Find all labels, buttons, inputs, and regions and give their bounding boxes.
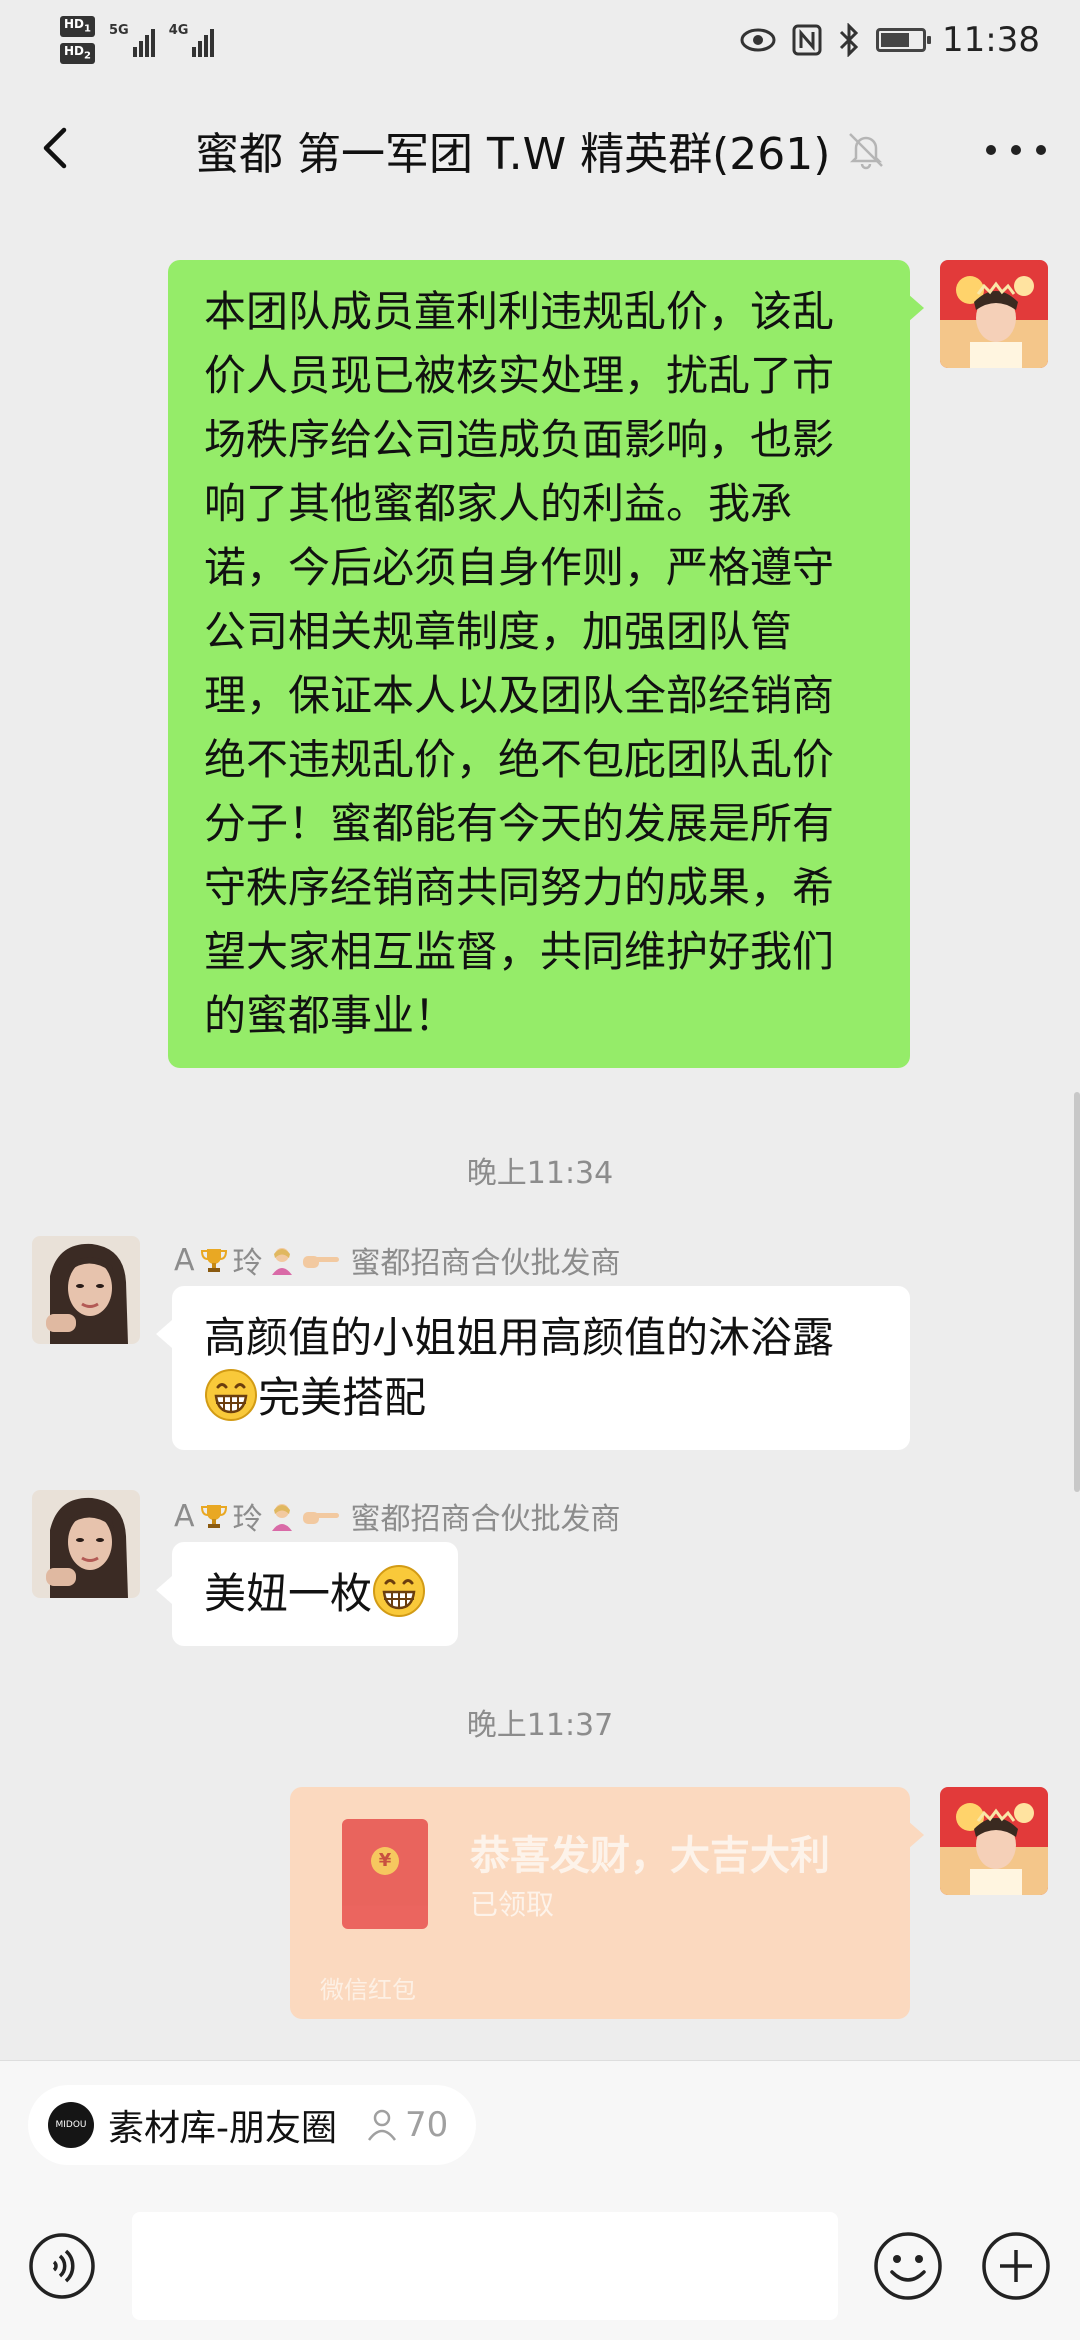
signal-5g-icon: 5G bbox=[109, 23, 155, 57]
message-line: 绝不违规乱价，绝不包庇团队乱价 bbox=[204, 735, 835, 784]
timestamp: 晚上11:37 bbox=[466, 1708, 614, 1743]
chat-title: 蜜都 第一军团 T.W 精英群(261) bbox=[195, 129, 831, 180]
message-line: 的蜜都事业！ bbox=[204, 991, 457, 1040]
self-avatar[interactable] bbox=[940, 1787, 1048, 1895]
back-button[interactable] bbox=[30, 118, 90, 178]
plus-icon bbox=[982, 2232, 1050, 2300]
message-bubble-self[interactable]: 本团队成员童利利违规乱价，该乱 价人员现已被核实处理，扰乱了市 场秩序给公司造成… bbox=[168, 260, 924, 1068]
message-bubble-other[interactable]: 高颜值的小姐姐用高颜值的沐浴露 完美搭配 bbox=[156, 1286, 910, 1450]
message-line: 诺，今后必须自身作则，严格遵守 bbox=[204, 543, 835, 592]
chip-count: 70 bbox=[363, 2105, 448, 2145]
red-packet-title: 恭喜发财，大吉大利 bbox=[470, 1833, 830, 1879]
chat-header: 蜜都 第一军团 T.W 精英群(261) bbox=[0, 100, 1080, 196]
message-line: 理，保证本人以及团队全部经销商 bbox=[204, 671, 835, 720]
sender-name-line: A 玲 蜜都招商合伙批发商 bbox=[174, 1494, 621, 1538]
sender-name-line: A 玲 蜜都招商合伙批发商 bbox=[174, 1238, 621, 1282]
message-line: 公司相关规章制度，加强团队管 bbox=[204, 607, 793, 656]
more-icon bbox=[986, 145, 996, 155]
coin-icon: ¥ bbox=[371, 1847, 399, 1875]
signal-4g-icon: 4G bbox=[169, 23, 215, 57]
hd-badge-2: HD2 bbox=[60, 43, 95, 65]
hd-badge-1: HD1 bbox=[60, 15, 95, 37]
message-line: 高颜值的小姐姐用高颜值的沐浴露 bbox=[204, 1313, 835, 1362]
bluetooth-icon bbox=[839, 23, 859, 57]
sender-name: 玲 bbox=[232, 1246, 263, 1281]
status-right: 11:38 bbox=[740, 20, 1040, 60]
sender-avatar[interactable] bbox=[32, 1490, 140, 1598]
more-button[interactable] bbox=[986, 130, 1046, 170]
sender-prefix: A bbox=[174, 1242, 195, 1278]
mini-program-chip[interactable]: MIDOU 素材库-朋友圈 70 bbox=[28, 2085, 477, 2165]
trophy-icon bbox=[200, 1505, 227, 1528]
woman-tipping-hand-icon bbox=[271, 1248, 292, 1275]
sender-title: 蜜都招商合伙批发商 bbox=[350, 1502, 621, 1537]
timestamp: 晚上11:34 bbox=[466, 1156, 614, 1191]
member-count: 70 bbox=[405, 2105, 449, 2145]
pointing-finger-icon bbox=[302, 1512, 339, 1524]
message-line: 价人员现已被核实处理，扰乱了市 bbox=[204, 351, 835, 400]
sender-prefix: A bbox=[174, 1498, 195, 1534]
emoji-icon bbox=[874, 2232, 942, 2300]
message-bubble-other[interactable]: 美妞一枚 bbox=[155, 1542, 459, 1646]
message-line: 响了其他蜜都家人的利益。我承 bbox=[204, 479, 793, 528]
battery-icon bbox=[876, 28, 932, 52]
status-time: 11:38 bbox=[942, 20, 1040, 60]
net1-label: 5G bbox=[108, 23, 129, 38]
voice-button[interactable] bbox=[28, 2232, 96, 2300]
person-icon bbox=[367, 2109, 397, 2141]
message-line: 望大家相互监督，共同维护好我们 bbox=[204, 927, 835, 976]
chat-scrollbar[interactable] bbox=[1074, 1092, 1080, 1492]
message-line: 守秩序经销商共同努力的成果，希 bbox=[204, 863, 835, 912]
status-bar: HD1 HD2 5G 4G 11:38 bbox=[0, 0, 1080, 80]
message-line: 本团队成员童利利违规乱价，该乱 bbox=[204, 287, 835, 336]
title-wrap: 蜜都 第一军团 T.W 精英群(261) bbox=[195, 118, 888, 182]
grinning-emoji-icon bbox=[372, 1564, 426, 1618]
message-input[interactable] bbox=[132, 2212, 838, 2320]
voice-icon bbox=[29, 2233, 95, 2299]
nfc-icon bbox=[792, 24, 822, 56]
message-line-with-emoji: 完美搭配 bbox=[204, 1368, 878, 1428]
chevron-left-icon bbox=[43, 127, 67, 169]
status-left: HD1 HD2 5G 4G bbox=[60, 15, 215, 65]
red-packet-footer: 微信红包 bbox=[320, 1976, 416, 2004]
trophy-icon bbox=[200, 1249, 227, 1272]
more-functions-button[interactable] bbox=[980, 2230, 1052, 2302]
sender-name: 玲 bbox=[232, 1502, 263, 1537]
chip-label: 素材库-朋友圈 bbox=[108, 2108, 337, 2149]
message-line: 场秩序给公司造成负面影响，也影 bbox=[204, 415, 835, 464]
eye-icon bbox=[740, 28, 776, 52]
red-packet-message[interactable]: ¥ 恭喜发财，大吉大利 已领取 微信红包 bbox=[290, 1787, 924, 2019]
message-text: 完美搭配 bbox=[258, 1373, 427, 1422]
sender-avatar[interactable] bbox=[32, 1236, 140, 1344]
midou-logo: MIDOU bbox=[48, 2102, 94, 2148]
red-packet-status: 已领取 bbox=[470, 1888, 555, 1921]
bell-off-icon bbox=[849, 133, 884, 170]
sender-title: 蜜都招商合伙批发商 bbox=[350, 1246, 621, 1281]
grinning-emoji-icon bbox=[204, 1368, 258, 1422]
message-line: 分子！蜜都能有今天的发展是所有 bbox=[204, 799, 835, 848]
message-text: 美妞一枚 bbox=[204, 1569, 373, 1618]
self-avatar[interactable] bbox=[940, 260, 1048, 368]
input-bar bbox=[0, 2190, 1080, 2340]
red-envelope-icon: ¥ bbox=[342, 1819, 428, 1929]
net2-label: 4G bbox=[168, 23, 189, 38]
battery-fill bbox=[881, 33, 910, 47]
pointing-finger-icon bbox=[302, 1256, 339, 1268]
emoji-button[interactable] bbox=[872, 2230, 944, 2302]
woman-tipping-hand-icon bbox=[271, 1504, 292, 1531]
hd-indicators: HD1 HD2 bbox=[60, 15, 95, 65]
